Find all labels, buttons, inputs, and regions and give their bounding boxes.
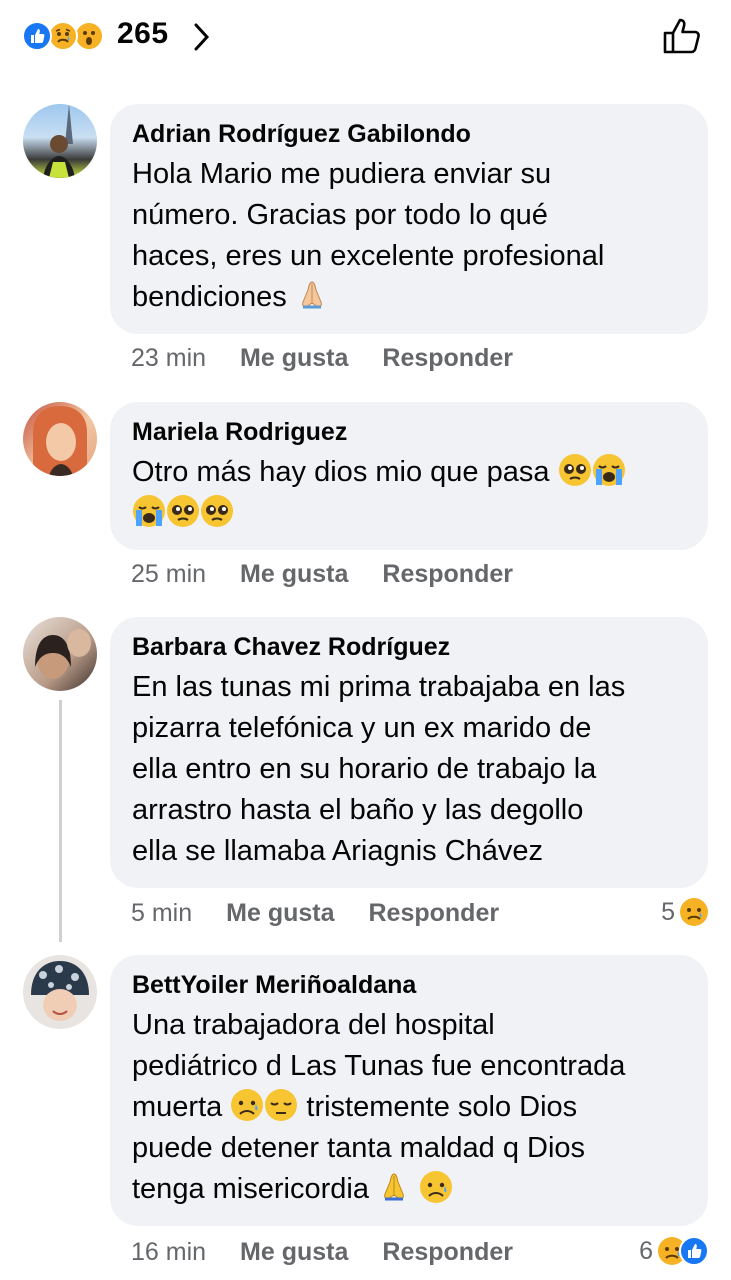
comment-line: número. Gracias por todo lo qué: [132, 199, 548, 231]
comment-line: ella entro en su horario de trabajo la: [132, 753, 597, 785]
comment-line: Otro más hay dios mio que pasa: [132, 452, 686, 493]
comment-line: bendiciones: [132, 277, 686, 318]
comment-time[interactable]: 23 min: [131, 344, 206, 373]
comment-reaction-badge[interactable]: 5: [661, 897, 709, 927]
praying-hands-emoji-icon: [295, 278, 329, 312]
comment-line: muerta tristemente solo Dios: [132, 1087, 686, 1128]
chevron-right-icon: [194, 23, 210, 51]
avatar[interactable]: [23, 617, 97, 691]
like-button[interactable]: Me gusta: [240, 1238, 348, 1267]
comment-line: haces, eres un excelente profesional: [132, 240, 605, 272]
comment-line: Una trabajadora del hospital: [132, 1009, 495, 1041]
like-button[interactable]: Me gusta: [240, 344, 348, 373]
pleading-face-emoji-icon: [200, 494, 234, 528]
comment-bubble: Adrian Rodríguez Gabilondo Hola Mario me…: [110, 104, 708, 334]
sad-sweat-emoji-icon: [230, 1088, 264, 1122]
avatar[interactable]: [23, 955, 97, 1029]
comment-line: arrastro hasta el baño y las degollo: [132, 794, 584, 826]
avatar[interactable]: [23, 402, 97, 476]
reply-button[interactable]: Responder: [382, 560, 513, 589]
comment-line: ella se llamaba Ariagnis Chávez: [132, 835, 544, 867]
like-icon: [22, 21, 52, 51]
comment-bubble: BettYoiler Meriñoaldana Una trabajadora …: [110, 955, 708, 1226]
sad-sweat-emoji-icon: [419, 1170, 453, 1204]
like-button[interactable]: Me gusta: [240, 560, 348, 589]
comment-time[interactable]: 25 min: [131, 560, 206, 589]
comment-reaction-count: 5: [661, 897, 675, 926]
wow-icon: [74, 21, 104, 51]
reaction-summary-bar[interactable]: 265: [0, 0, 731, 80]
comment-bubble: Mariela Rodriguez Otro más hay dios mio …: [110, 402, 708, 550]
comment-author[interactable]: Adrian Rodríguez Gabilondo: [132, 118, 686, 150]
crying-face-emoji-icon: [132, 494, 166, 528]
like-button[interactable]: Me gusta: [226, 899, 334, 928]
reply-button[interactable]: Responder: [369, 899, 500, 928]
comment-reaction-count: 6: [639, 1236, 653, 1265]
comment-author[interactable]: Barbara Chavez Rodríguez: [132, 631, 686, 663]
comment-actions: 16 min Me gusta Responder: [131, 1238, 547, 1267]
comment-line-text: tenga misericordia: [132, 1173, 369, 1205]
comment-author[interactable]: Mariela Rodriguez: [132, 416, 686, 448]
reply-button[interactable]: Responder: [382, 1238, 513, 1267]
comment-line: tenga misericordia: [132, 1169, 686, 1210]
comment-line-text: muerta: [132, 1091, 223, 1123]
comment-actions: 23 min Me gusta Responder: [131, 344, 547, 373]
pleading-face-emoji-icon: [166, 494, 200, 528]
comment-line-text: bendiciones: [132, 281, 287, 313]
pleading-face-emoji-icon: [558, 453, 592, 487]
comment-line: puede detener tanta maldad q Dios: [132, 1132, 586, 1164]
comment-line: [132, 493, 686, 534]
comment-text: Otro más hay dios mio que pasa: [132, 452, 686, 534]
crying-face-emoji-icon: [592, 453, 626, 487]
reaction-icons: [657, 1236, 709, 1266]
comment-text: En las tunas mi prima trabajaba en las p…: [132, 667, 686, 872]
comment-actions: 25 min Me gusta Responder: [131, 560, 547, 589]
like-outline-icon[interactable]: [660, 16, 704, 56]
reply-button[interactable]: Responder: [382, 344, 513, 373]
comment-time[interactable]: 16 min: [131, 1238, 206, 1267]
pensive-face-emoji-icon: [264, 1088, 298, 1122]
comment-line-text: Otro más hay dios mio que pasa: [132, 456, 550, 488]
comment-line: En las tunas mi prima trabajaba en las: [132, 671, 626, 703]
praying-hands-emoji-icon: [377, 1170, 411, 1204]
sad-icon: [48, 21, 78, 51]
comment-bubble: Barbara Chavez Rodríguez En las tunas mi…: [110, 617, 708, 888]
reaction-count: 265: [117, 17, 169, 50]
thread-line: [59, 700, 62, 942]
sad-icon: [679, 897, 709, 927]
like-icon: [679, 1236, 709, 1266]
comment-line-text: tristemente solo Dios: [306, 1091, 578, 1123]
comment-actions: 5 min Me gusta Responder: [131, 899, 533, 928]
comment-text: Hola Mario me pudiera enviar su número. …: [132, 154, 686, 318]
avatar[interactable]: [23, 104, 97, 178]
comment-text: Una trabajadora del hospital pediátrico …: [132, 1005, 686, 1210]
comment-reaction-badge[interactable]: 6: [639, 1236, 709, 1266]
comment-line: Hola Mario me pudiera enviar su: [132, 158, 552, 190]
comment-author[interactable]: BettYoiler Meriñoaldana: [132, 969, 686, 1001]
comment-line: pediátrico d Las Tunas fue encontrada: [132, 1050, 626, 1082]
comment-time[interactable]: 5 min: [131, 899, 192, 928]
comment-line: pizarra telefónica y un ex marido de: [132, 712, 592, 744]
